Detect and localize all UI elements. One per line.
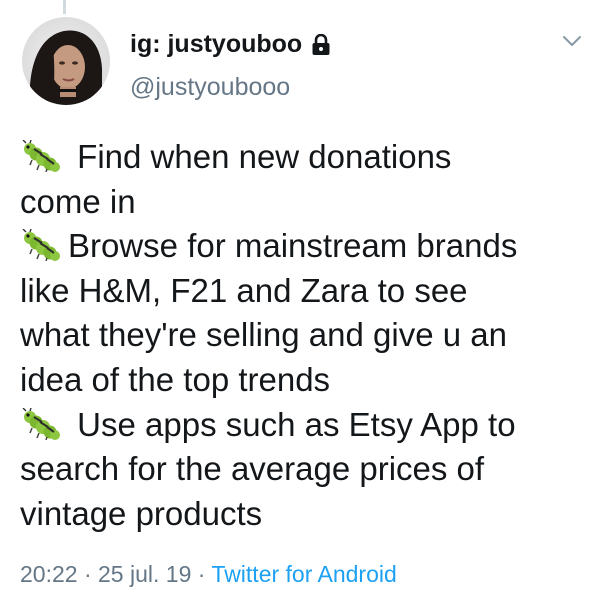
tweet-line-2: come in [20,182,136,220]
tweet-source-link[interactable]: Twitter for Android [211,561,396,587]
avatar[interactable] [22,17,110,105]
lock-icon [311,33,331,56]
display-name[interactable]: ig: justyouboo [130,30,331,59]
display-name-text[interactable]: ig: justyouboo [130,30,302,59]
bug-emoji-icon [20,228,62,262]
tweet-line-6: idea of the top trends [20,360,331,398]
tweet-meta: 20:22 · 25 jul. 19 · Twitter for Android [20,561,397,588]
tweet-time[interactable]: 20:22 [20,561,78,587]
thread-connector-line [63,0,66,14]
tweet-card: ig: justyouboo @justyoubooo Find when ne… [0,0,600,600]
tweet-line-3: Browse for mainstream brands [20,224,580,269]
bug-emoji-icon [20,407,62,440]
chevron-down-icon[interactable] [562,34,582,48]
tweet-line-4: like H&M, F21 and Zara to see [20,271,468,309]
avatar-photo-icon [22,17,110,105]
meta-separator: · [197,561,206,587]
tweet-line-7: Use apps such as Etsy App to [20,403,580,448]
meta-separator: · [83,561,92,587]
tweet-line-5: what they're selling and give u an [20,316,507,354]
tweet-line-9: vintage products [20,494,263,532]
tweet-text: Find when new donations come in Browse f… [20,135,580,536]
tweet-line-1: Find when new donations [20,135,580,180]
tweet-date[interactable]: 25 jul. 19 [98,561,191,587]
tweet-line-8: search for the average prices of [20,450,485,488]
user-handle[interactable]: @justyoubooo [130,73,290,102]
bug-emoji-icon [20,139,62,173]
